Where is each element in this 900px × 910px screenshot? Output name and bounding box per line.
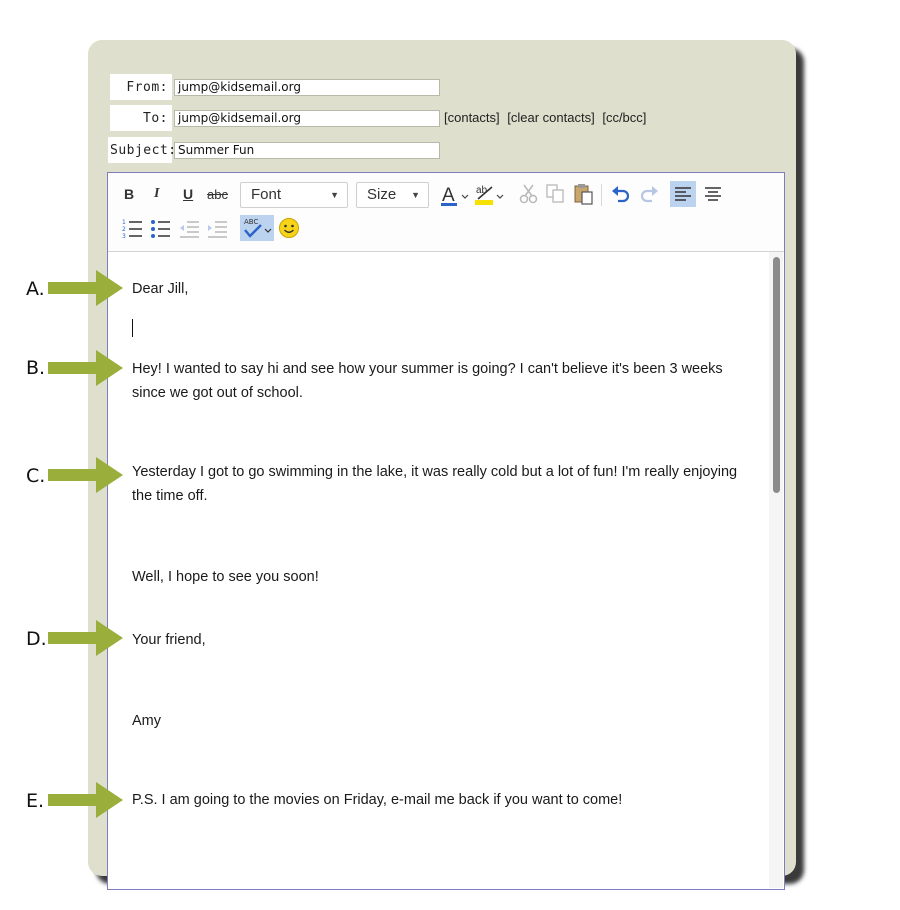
- redo-icon[interactable]: [638, 183, 660, 205]
- numbered-list-icon[interactable]: 1 2 3: [122, 217, 144, 239]
- marker-e: E.: [26, 790, 45, 812]
- greeting-text: Dear Jill,: [132, 281, 189, 297]
- strikethrough-icon[interactable]: abc: [207, 187, 228, 202]
- arrow-c-icon: [48, 457, 123, 493]
- font-dropdown[interactable]: Font ▼: [240, 182, 348, 208]
- paste-icon[interactable]: [573, 182, 595, 206]
- font-color-icon[interactable]: A: [440, 183, 470, 207]
- smiley-icon[interactable]: [278, 217, 300, 239]
- svg-text:ABC: ABC: [244, 218, 258, 226]
- svg-text:1: 1: [122, 219, 126, 226]
- arrow-b-icon: [48, 350, 123, 386]
- underline-icon[interactable]: U: [183, 186, 193, 202]
- sender-name: Amy: [132, 713, 161, 729]
- contacts-link[interactable]: [contacts]: [444, 110, 500, 125]
- size-dropdown-label: Size: [367, 186, 397, 203]
- paragraph-2-line-2: the time off.: [132, 488, 208, 504]
- scrollbar-thumb[interactable]: [773, 257, 780, 493]
- closing-line: Well, I hope to see you soon!: [132, 569, 319, 585]
- svg-text:2: 2: [122, 226, 126, 233]
- marker-c: C.: [26, 465, 46, 487]
- message-editor[interactable]: B I U abc Font ▼ Size ▼ A ab 1 2 3 ABC D…: [107, 172, 785, 890]
- from-field[interactable]: jump@kidsemail.org: [174, 79, 440, 96]
- outdent-icon[interactable]: [178, 217, 200, 239]
- svg-text:ab: ab: [476, 185, 488, 196]
- from-label: From:: [110, 74, 172, 100]
- clear-contacts-link[interactable]: [clear contacts]: [507, 110, 594, 125]
- paragraph-1-line-2: since we got out of school.: [132, 385, 303, 401]
- undo-icon[interactable]: [610, 183, 632, 205]
- marker-b: B.: [26, 357, 46, 379]
- italic-icon[interactable]: I: [154, 186, 159, 202]
- spellcheck-icon[interactable]: ABC: [240, 215, 274, 241]
- paragraph-2-line-1: Yesterday I got to go swimming in the la…: [132, 464, 738, 480]
- cut-icon[interactable]: [518, 183, 540, 205]
- svg-text:3: 3: [122, 233, 126, 239]
- to-label: To:: [110, 105, 172, 131]
- paragraph-1-line-1: Hey! I wanted to say hi and see how your…: [132, 361, 723, 377]
- postscript-text: P.S. I am going to the movies on Friday,…: [132, 792, 623, 808]
- bulleted-list-icon[interactable]: [150, 217, 172, 239]
- subject-label: Subject:: [108, 137, 176, 163]
- highlight-icon[interactable]: ab: [474, 181, 506, 207]
- arrow-d-icon: [48, 620, 123, 656]
- indent-icon[interactable]: [206, 217, 228, 239]
- bold-icon[interactable]: B: [124, 186, 134, 202]
- align-center-icon[interactable]: [700, 181, 726, 207]
- signoff-text: Your friend,: [132, 632, 206, 648]
- text-cursor: [132, 319, 133, 337]
- to-field[interactable]: jump@kidsemail.org: [174, 110, 440, 127]
- size-dropdown[interactable]: Size ▼: [356, 182, 429, 208]
- formatting-toolbar: B I U abc Font ▼ Size ▼ A ab 1 2 3 ABC: [108, 173, 784, 252]
- chevron-down-icon: ▼: [411, 190, 420, 200]
- font-dropdown-label: Font: [251, 186, 282, 203]
- marker-a: A.: [26, 278, 45, 300]
- cc-bcc-link[interactable]: [cc/bcc]: [602, 110, 646, 125]
- subject-field[interactable]: Summer Fun: [174, 142, 440, 159]
- arrow-e-icon: [48, 782, 123, 818]
- toolbar-divider: [601, 184, 602, 206]
- svg-text:A: A: [442, 185, 455, 206]
- recipient-links: [contacts] [clear contacts] [cc/bcc]: [444, 110, 650, 125]
- align-left-icon[interactable]: [670, 181, 696, 207]
- copy-icon[interactable]: [545, 183, 567, 205]
- arrow-a-icon: [48, 270, 123, 306]
- chevron-down-icon: ▼: [330, 190, 339, 200]
- marker-d: D.: [26, 628, 47, 650]
